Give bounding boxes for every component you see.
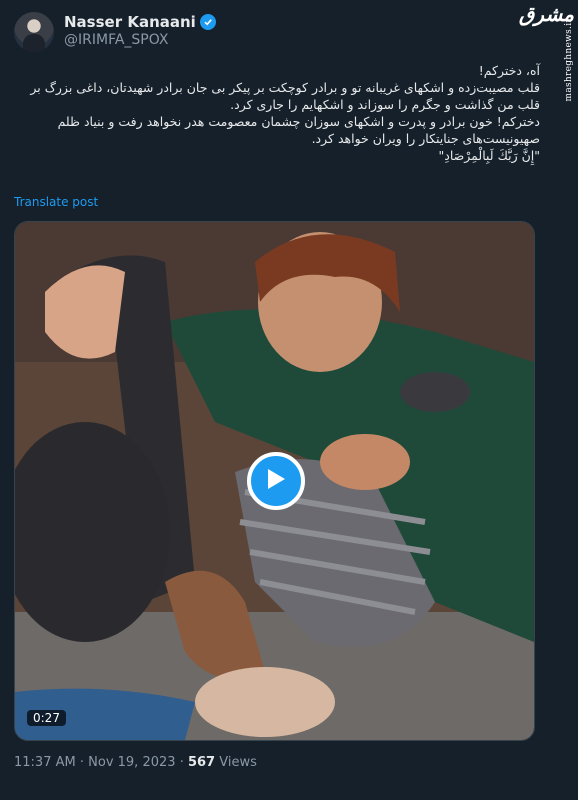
video-player[interactable]: 0:27 [14, 221, 535, 741]
play-icon [265, 467, 287, 495]
translate-post-link[interactable]: Translate post [14, 195, 98, 209]
author-name-line: Nasser Kanaani [64, 12, 216, 32]
tweet-line: آه، دخترکم! [478, 63, 540, 78]
tweet-line: دخترکم! خون برادر و پدرت و اشکهای سوزان … [57, 114, 540, 129]
views-label: Views [219, 755, 257, 770]
tweet-line: صهیونیست‌های جنایتکار را ویران خواهد کرد… [311, 131, 540, 146]
tweet-text: آه، دخترکم! قلب مصیبت‌زده و اشکهای غریبا… [14, 62, 540, 164]
watermark-url: mashreghnews.ir [564, 18, 574, 102]
tweet-header: Nasser Kanaani @IRIMFA_SPOX [14, 12, 564, 52]
meta-separator: · [179, 755, 184, 770]
author-name[interactable]: Nasser Kanaani [64, 13, 196, 31]
verified-badge-icon [199, 14, 216, 30]
tweet-line: قلب مصیبت‌زده و اشکهای غریبانه تو و براد… [30, 80, 540, 95]
post-time[interactable]: 11:37 AM [14, 755, 76, 770]
tweet-meta: 11:37 AM · Nov 19, 2023 · 567 Views [14, 755, 257, 770]
play-button[interactable] [247, 452, 305, 510]
tweet-line: "إِنَّ رَبَّكَ لَبِالْمِرْصَادِ" [438, 148, 540, 163]
tweet-line: قلب من گذاشت و جگرم را سوزاند و اشکهایم … [230, 97, 540, 112]
video-duration: 0:27 [27, 710, 66, 726]
author-handle[interactable]: @IRIMFA_SPOX [64, 32, 168, 48]
meta-separator: · [79, 755, 84, 770]
views-count: 567 [187, 755, 216, 770]
post-date[interactable]: Nov 19, 2023 [88, 755, 175, 770]
watermark: مشرق mashreghnews.ir [519, 0, 578, 102]
avatar[interactable] [14, 12, 54, 52]
